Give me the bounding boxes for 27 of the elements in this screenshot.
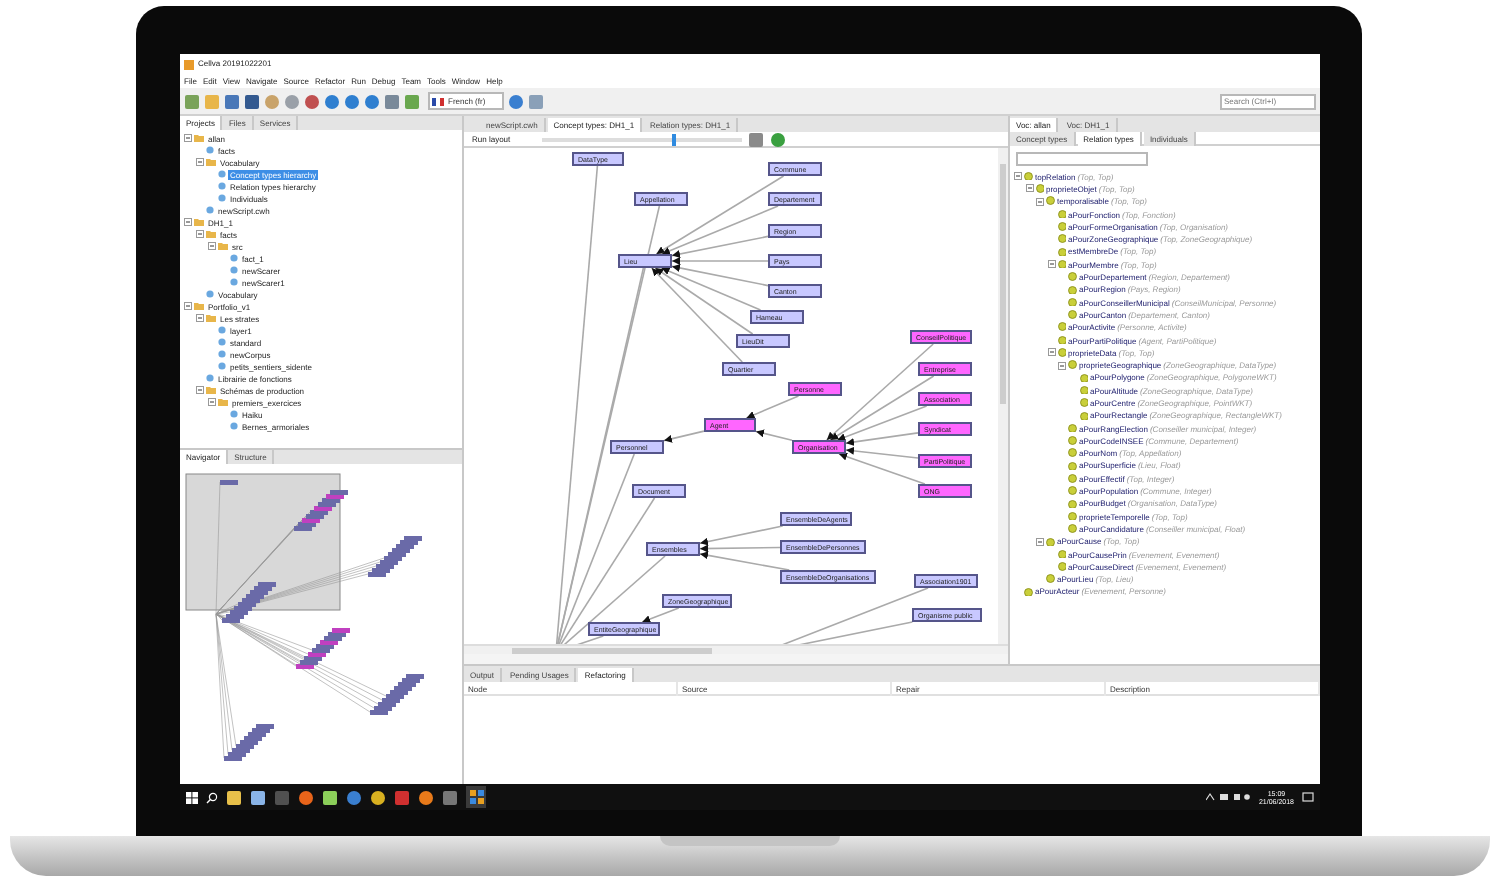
- expand-toggle-icon[interactable]: [1036, 197, 1044, 206]
- relation-icon: [1024, 587, 1033, 597]
- expand-toggle-icon[interactable]: [196, 158, 204, 166]
- vertical-scrollbar[interactable]: [998, 148, 1008, 644]
- tray-icons-drawing[interactable]: [1206, 792, 1251, 802]
- expand-toggle-icon[interactable]: [196, 386, 204, 394]
- expand-toggle-icon[interactable]: [1047, 348, 1055, 357]
- expand-toggle-icon[interactable]: [1058, 361, 1066, 370]
- grid-icon: [469, 790, 483, 804]
- slider-thumb[interactable]: [672, 133, 677, 145]
- windows-logo-icon[interactable]: [186, 791, 198, 803]
- expand-toggle-icon[interactable]: [1014, 172, 1022, 181]
- active-app-button[interactable]: [466, 786, 486, 808]
- expand-toggle-icon[interactable]: [1025, 184, 1033, 193]
- search-icon[interactable]: [206, 791, 218, 803]
- flag-icon: [432, 97, 444, 105]
- expand-toggle-icon[interactable]: [208, 242, 216, 250]
- expand-toggle-icon[interactable]: [1036, 537, 1044, 546]
- expand-toggle-icon[interactable]: [208, 398, 216, 406]
- expand-toggle-icon[interactable]: [196, 314, 204, 322]
- expand-toggle-icon[interactable]: [1047, 260, 1055, 269]
- expand-toggle-icon[interactable]: [184, 134, 192, 142]
- expand-toggle-icon[interactable]: [196, 230, 204, 238]
- expand-toggle-icon[interactable]: [184, 302, 192, 310]
- filter-dropdown[interactable]: [1016, 152, 1148, 166]
- notification-icon[interactable]: [1302, 791, 1314, 803]
- expand-toggle-icon[interactable]: [184, 218, 192, 226]
